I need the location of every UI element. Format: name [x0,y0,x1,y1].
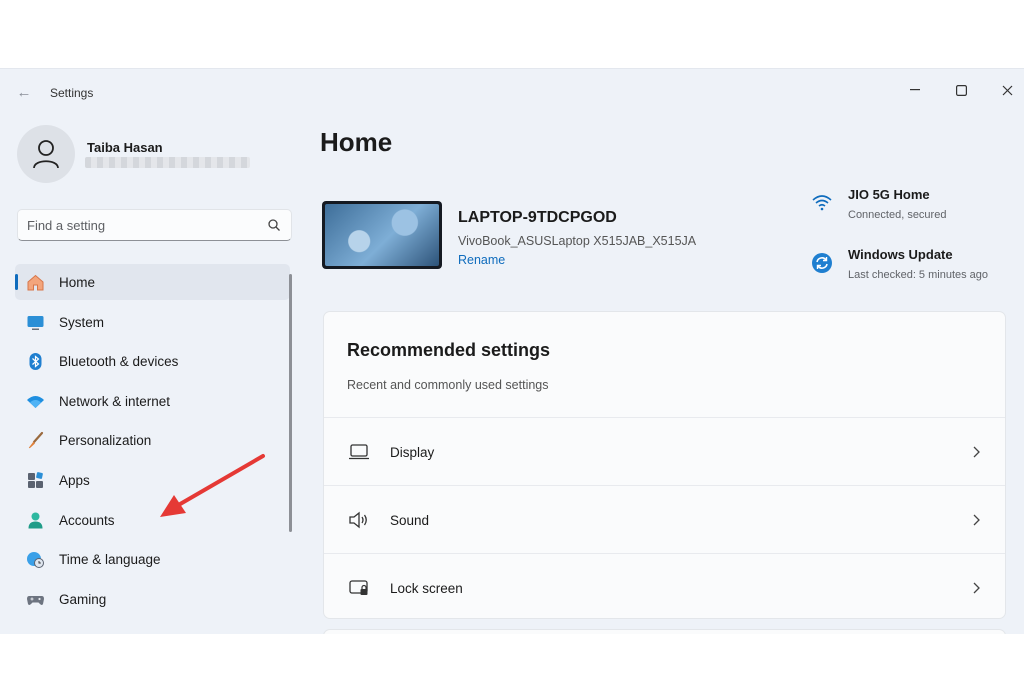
row-label: Display [390,445,435,460]
search-icon[interactable] [267,218,281,232]
avatar[interactable] [17,125,75,183]
device-model: VivoBook_ASUSLaptop X515JAB_X515JA [458,234,697,248]
minimize-button[interactable] [892,75,938,105]
speaker-icon [349,511,367,529]
globe-clock-icon [27,552,44,569]
windows-update-title[interactable]: Windows Update [848,247,953,262]
sidebar-scrollbar[interactable] [289,274,292,532]
sidebar-item-label: Home [59,275,96,290]
windows-update-status: Last checked: 5 minutes ago [848,269,989,281]
row-label: Lock screen [390,581,463,596]
system-icon [27,315,44,330]
chevron-right-icon [973,582,980,594]
sidebar-item-label: Time & language [59,552,161,568]
sidebar-item-label: Personalization [59,433,152,449]
brush-icon [28,432,44,449]
sidebar-item-network[interactable]: Network & internet [15,383,290,419]
network-status: Connected, secured [848,209,947,221]
device-name: LAPTOP-9TDCPGOD [458,209,617,226]
chevron-right-icon [973,446,980,458]
user-name: Taiba Hasan [87,140,163,155]
back-arrow-icon[interactable]: ← [14,83,34,103]
recommended-settings-card: Recommended settings Recent and commonly… [323,311,1006,619]
settings-window: ← Settings Taiba Hasan Home [0,68,1024,634]
sidebar-item-time-language[interactable]: Time & language [15,541,290,577]
sidebar-item-bluetooth[interactable]: Bluetooth & devices [15,343,290,379]
sidebar-item-home[interactable]: Home [15,264,290,300]
minimize-icon [910,89,920,91]
sidebar-item-label: Bluetooth & devices [59,354,179,370]
setting-row-display[interactable]: Display [324,417,1005,485]
home-icon [27,274,44,291]
device-thumbnail [322,201,442,269]
sidebar-item-label: System [59,314,105,330]
network-name[interactable]: JIO 5G Home [848,187,930,202]
chevron-right-icon [973,514,980,526]
setting-row-sound[interactable]: Sound [324,485,1005,553]
sidebar-item-label: Network & internet [59,393,171,409]
apps-icon [28,472,43,488]
maximize-button[interactable] [938,75,984,105]
card-title: Recommended settings [347,340,551,360]
update-icon[interactable] [811,252,833,274]
app-title: Settings [50,86,94,100]
bluetooth-icon [29,353,42,371]
close-icon [1002,85,1012,95]
lock-screen-icon [349,580,368,595]
next-card [323,629,1006,634]
annotation-arrow-icon [160,454,265,517]
wifi-icon [27,395,44,408]
search-box[interactable] [17,209,292,241]
card-subtitle: Recent and commonly used settings [347,378,549,392]
gamepad-icon [27,595,44,605]
display-icon [349,444,369,460]
sidebar-item-label: Apps [59,472,90,488]
user-email-redacted [85,157,250,168]
close-button[interactable] [984,75,1024,105]
user-icon [33,140,59,169]
title-bar: ← Settings [0,69,1024,117]
page-title: Home [320,127,393,157]
search-input[interactable] [27,216,257,234]
sidebar-item-system[interactable]: System [15,304,290,340]
maximize-icon [955,84,967,96]
sidebar-item-gaming[interactable]: Gaming [15,581,290,617]
sidebar-item-label: Accounts [59,512,115,528]
setting-row-lock-screen[interactable]: Lock screen [324,553,1005,618]
sidebar-nav: Home System Bluetooth & devices Network … [15,264,290,620]
accounts-icon [28,512,43,529]
wifi-icon[interactable] [811,192,833,214]
rename-link[interactable]: Rename [458,253,505,267]
sidebar-item-label: Gaming [59,591,107,607]
wallpaper-image [325,204,439,266]
row-label: Sound [390,513,430,528]
